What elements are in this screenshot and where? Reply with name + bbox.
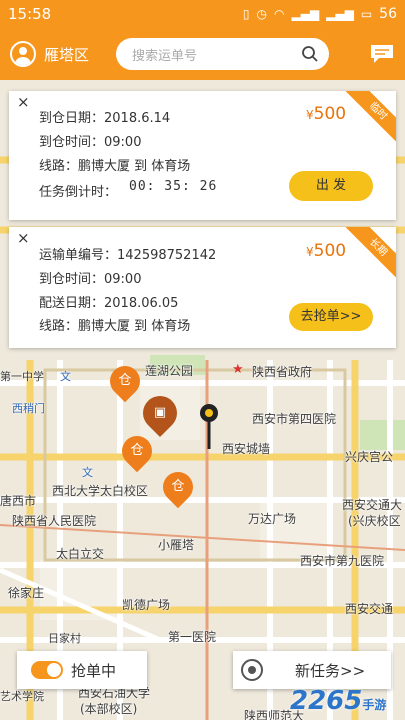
map-label: 西安城墙 — [222, 442, 271, 456]
map-label: 小雁塔 — [158, 538, 195, 552]
map-label: 万达广场 — [248, 512, 297, 526]
map-label: 徐家庄 — [8, 586, 45, 600]
status-time: 15:58 — [8, 5, 52, 23]
map-label: 陕西省政府 — [252, 365, 313, 379]
map-label: 太白立交 — [56, 547, 105, 561]
battery-level: 56 — [379, 6, 397, 22]
new-task-button[interactable]: 新任务>> — [233, 651, 391, 689]
card-arrival-time: 到仓时间：09:00 — [39, 272, 142, 287]
card-price: ¥500 — [306, 104, 346, 124]
signal-icon: ▂▄▆ — [291, 7, 320, 21]
card-delivery-date: 配送日期：2018.06.05 — [39, 296, 179, 311]
location-pin-icon — [200, 404, 218, 449]
price-value: 500 — [313, 241, 347, 261]
map-label: 文 — [60, 370, 71, 383]
card-waybill-number: 运输单编号：142598752142 — [39, 248, 217, 263]
app-header: 雁塔区 搜索运单号 — [0, 28, 405, 80]
map-label: 西安交通大 — [342, 498, 403, 512]
map-label: (兴庆校区 — [348, 514, 401, 528]
price-value: 500 — [313, 104, 347, 124]
card-countdown: 00: 35: 26 — [129, 179, 218, 194]
battery-icon: ▭ — [360, 7, 373, 21]
grab-order-button[interactable]: 去抢单>> — [289, 303, 373, 331]
map-label: 陕西省人民医院 — [12, 514, 97, 528]
card-route: 线路：鹏博大厦 到 体育场 — [39, 319, 191, 334]
map-label: 第一医院 — [168, 630, 217, 644]
map-label: 第一中学 — [0, 370, 44, 383]
depart-button[interactable]: 出 发 — [289, 171, 373, 201]
avatar-icon[interactable] — [10, 41, 36, 67]
card-arrival-time: 到仓时间：09:00 — [39, 135, 142, 150]
signal-icon-2: ▂▄▆ — [326, 7, 354, 21]
watermark-suffix: 手游 — [362, 698, 387, 712]
card-ribbon: 临时 — [343, 91, 396, 146]
task-card-longterm[interactable]: × 长期 运输单编号：142598752142 ¥500 到仓时间：09:00 … — [9, 227, 396, 348]
pin-warehouse-icon[interactable]: 仓 — [103, 359, 147, 403]
map-label: 西北大学太白校区 — [52, 484, 149, 498]
map-label: 兴庆宫公 — [345, 450, 394, 464]
alarm-icon: ◷ — [256, 7, 267, 21]
close-icon[interactable]: × — [17, 93, 30, 111]
status-icons: ▯ ◷ ◠ ▂▄▆ ▂▄▆ ▭ 56 — [243, 6, 397, 22]
map-label: 西安交通 — [345, 602, 394, 616]
search-icon[interactable] — [301, 45, 319, 63]
map-label: 西稍门 — [12, 402, 45, 415]
price-symbol: ¥ — [306, 245, 314, 259]
card-countdown-label: 任务倒计时： — [39, 185, 118, 200]
card-ribbon: 长期 — [343, 227, 396, 282]
wifi-icon: ◠ — [273, 7, 285, 21]
pin-warehouse-icon[interactable]: 仓 — [156, 465, 200, 509]
new-task-label: 新任务>> — [295, 661, 366, 680]
pin-warehouse-icon[interactable]: 仓 — [115, 429, 159, 473]
map-label: 凯德广场 — [122, 598, 171, 612]
watermark-logo: 2265手游 — [290, 686, 386, 716]
map-label: 西安市第九医院 — [300, 554, 385, 568]
map-label: (本部校区) — [80, 702, 138, 716]
map-label: 莲湖公园 — [145, 364, 194, 378]
map-label: 日家村 — [48, 632, 81, 645]
card-arrival-date: 到仓日期：2018.6.14 — [39, 111, 171, 126]
government-icon: ★ — [232, 362, 244, 377]
map-label: 西安市第四医院 — [252, 412, 337, 426]
status-bar: 15:58 ▯ ◷ ◠ ▂▄▆ ▂▄▆ ▭ 56 — [0, 0, 405, 28]
search-input[interactable]: 搜索运单号 — [116, 38, 329, 70]
close-icon[interactable]: × — [17, 229, 30, 247]
card-price: ¥500 — [306, 241, 346, 261]
watermark-main: 2265 — [290, 686, 363, 716]
district-selector[interactable]: 雁塔区 — [44, 44, 108, 65]
vibrate-icon: ▯ — [242, 7, 250, 21]
grab-toggle[interactable]: 抢单中 — [17, 651, 147, 689]
locate-target-icon[interactable] — [241, 659, 263, 681]
price-symbol: ¥ — [306, 108, 314, 122]
message-icon[interactable] — [369, 43, 395, 65]
card-route: 线路：鹏博大厦 到 体育场 — [39, 159, 191, 174]
search-placeholder: 搜索运单号 — [132, 48, 198, 64]
map-label: 唐西市 — [0, 494, 37, 508]
grab-toggle-label: 抢单中 — [71, 661, 117, 680]
map-label: 艺术学院 — [0, 690, 44, 703]
map-label: 文 — [82, 466, 93, 479]
toggle-switch[interactable] — [31, 661, 63, 679]
task-card-temporary[interactable]: × 临时 到仓日期：2018.6.14 ¥500 到仓时间：09:00 线路：鹏… — [9, 91, 396, 220]
truck-pin-icon[interactable]: ▣ — [135, 388, 185, 438]
